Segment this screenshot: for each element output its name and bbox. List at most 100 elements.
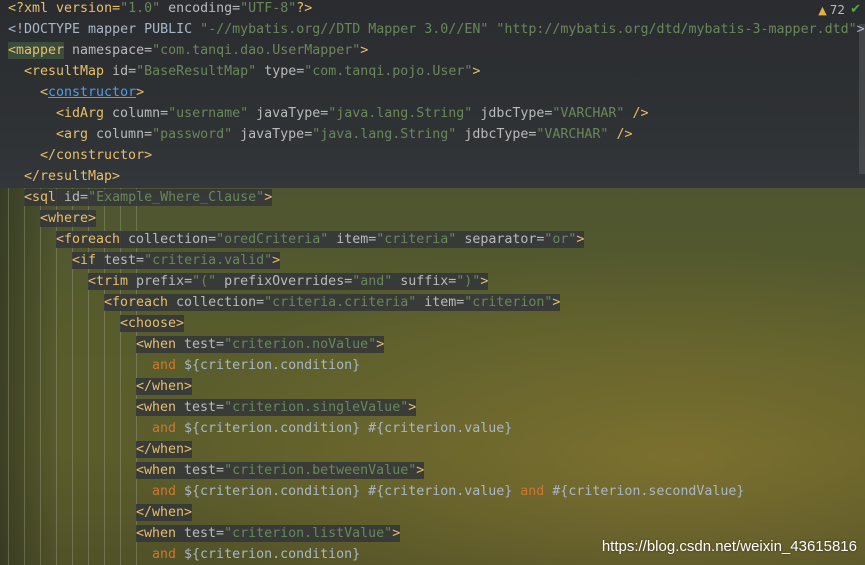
sql-keyword: and — [152, 484, 177, 499]
attr-value: "java.lang.String" — [312, 127, 457, 142]
code-line-2[interactable]: <!DOCTYPE mapper PUBLIC "-//mybatis.org/… — [8, 19, 865, 40]
when-tag: <when — [136, 337, 177, 352]
tag-end: > — [576, 232, 585, 247]
doctype-system-id: "http://mybatis.org/dtd/mybatis-3-mapper… — [496, 22, 857, 37]
code-line-20[interactable]: <when test="criterion.singleValue"> — [136, 397, 417, 418]
attr-value: "VARCHAR" — [552, 106, 625, 121]
warning-icon: ▲ — [818, 4, 827, 17]
attr-name: javaType= — [232, 127, 313, 142]
tag-end: > — [264, 190, 273, 205]
vertical-scrollbar[interactable] — [859, 24, 865, 174]
attr-name: test= — [176, 400, 225, 415]
code-line-13[interactable]: <if test="criteria.valid"> — [72, 250, 281, 271]
attr-value: "Example_Where_Clause" — [88, 190, 265, 205]
code-line-5[interactable]: <constructor> — [40, 82, 144, 103]
code-line-16[interactable]: <choose> — [120, 313, 185, 334]
attr-name: type= — [256, 64, 305, 79]
attr-name: separator= — [456, 232, 545, 247]
sql-text: ${criterion.condition} — [176, 358, 361, 373]
code-line-8[interactable]: </constructor> — [40, 145, 152, 166]
attr-name: prefixOverrides= — [216, 274, 353, 289]
xml-declaration: <?xml version= — [8, 1, 121, 16]
code-line-26[interactable]: <when test="criterion.listValue"> — [136, 523, 401, 544]
code-line-17[interactable]: <when test="criterion.noValue"> — [136, 334, 385, 355]
attr-value: "java.lang.String" — [328, 106, 473, 121]
tag-end: > — [376, 337, 385, 352]
choose-tag: <choose> — [120, 316, 185, 331]
mapper-tag: <mapper — [8, 42, 65, 59]
if-tag: <if — [72, 253, 97, 268]
code-line-19[interactable]: </when> — [136, 376, 193, 397]
code-line-15[interactable]: <foreach collection="criteria.criteria" … — [104, 292, 561, 313]
attr-value: "criterion.noValue" — [224, 337, 377, 352]
code-line-18[interactable]: and ${criterion.condition} — [152, 355, 360, 376]
attr-name: collection= — [168, 295, 265, 310]
inspection-widget[interactable]: ▲ 72 — [818, 1, 845, 19]
constructor-close-tag: </constructor> — [40, 148, 153, 163]
attr-name: item= — [416, 295, 465, 310]
tag-end: /> — [608, 127, 633, 142]
constructor-link[interactable]: constructor — [48, 85, 136, 100]
idarg-tag: <idArg — [56, 106, 105, 121]
tag-end: > — [408, 400, 417, 415]
code-line-6[interactable]: <idArg column="username" javaType="java.… — [56, 103, 648, 124]
attr-value: "criteria.criteria" — [264, 295, 417, 310]
sql-text: ${criterion.condition} — [176, 547, 361, 562]
tag-end: > — [136, 85, 145, 100]
code-line-9[interactable]: </resultMap> — [24, 166, 120, 187]
attr-name: column= — [104, 106, 169, 121]
code-line-10[interactable]: <sql id="Example_Where_Clause"> — [24, 187, 273, 208]
attr-name: column= — [88, 127, 153, 142]
when-close-tag: </when> — [136, 379, 193, 394]
code-line-23[interactable]: <when test="criterion.betweenValue"> — [136, 460, 425, 481]
attr-value: "username" — [168, 106, 249, 121]
attr-value: "and" — [352, 274, 393, 289]
doctype-public-id: "-//mybatis.org//DTD Mapper 3.0//EN" — [200, 22, 489, 37]
attr-value: "VARCHAR" — [536, 127, 609, 142]
attr-value: "(" — [192, 274, 217, 289]
indent-guide — [40, 188, 41, 565]
code-line-22[interactable]: </when> — [136, 439, 193, 460]
code-line-7[interactable]: <arg column="password" javaType="java.la… — [56, 124, 632, 145]
doctype-end: > — [856, 22, 865, 37]
foreach-tag: <foreach — [56, 232, 121, 247]
attr-value: "criteria.valid" — [144, 253, 273, 268]
attr-name: test= — [96, 253, 145, 268]
when-close-tag: </when> — [136, 505, 193, 520]
warning-count: 72 — [829, 3, 845, 17]
xml-declaration-end: ?> — [296, 1, 313, 16]
code-line-11[interactable]: <where> — [40, 208, 97, 229]
code-line-27[interactable]: and ${criterion.condition} — [152, 544, 360, 565]
attr-name: test= — [176, 463, 225, 478]
code-line-14[interactable]: <trim prefix="(" prefixOverrides="and" s… — [88, 271, 489, 292]
attr-value: ")" — [456, 274, 481, 289]
code-line-12[interactable]: <foreach collection="oredCriteria" item=… — [56, 229, 585, 250]
code-line-4[interactable]: <resultMap id="BaseResultMap" type="com.… — [24, 61, 480, 82]
tag-end: > — [392, 526, 401, 541]
attr-value: "UTF-8" — [240, 1, 297, 16]
attr-value: "com.tanqi.pojo.User" — [304, 64, 473, 79]
attr-name: collection= — [120, 232, 217, 247]
check-icon[interactable]: ✔ — [850, 2, 861, 18]
code-line-21[interactable]: and ${criterion.condition} #{criterion.v… — [152, 418, 512, 439]
tag-end: > — [480, 274, 489, 289]
tag-end: > — [272, 253, 281, 268]
sql-text: ${criterion.condition} #{criterion.value… — [176, 484, 521, 499]
indent-guide — [24, 188, 25, 565]
code-line-3[interactable]: <mapper namespace="com.tanqi.dao.UserMap… — [8, 40, 368, 61]
code-line-25[interactable]: </when> — [136, 502, 193, 523]
attr-name: id= — [104, 64, 137, 79]
sql-keyword: and — [152, 358, 177, 373]
tag-open: < — [40, 85, 49, 100]
code-line-1[interactable]: <?xml version="1.0" encoding="UTF-8"?> — [8, 0, 312, 19]
arg-tag: <arg — [56, 127, 89, 142]
where-tag: <where> — [40, 211, 97, 226]
code-line-24[interactable]: and ${criterion.condition} #{criterion.v… — [152, 481, 744, 502]
tag-end: > — [552, 295, 561, 310]
attr-name: jdbcType= — [472, 106, 553, 121]
resultmap-tag: <resultMap — [24, 64, 105, 79]
attr-value: "or" — [544, 232, 577, 247]
attr-value: "criterion.singleValue" — [224, 400, 409, 415]
attr-value: "1.0" — [120, 1, 161, 16]
sql-tag: <sql — [24, 190, 57, 205]
